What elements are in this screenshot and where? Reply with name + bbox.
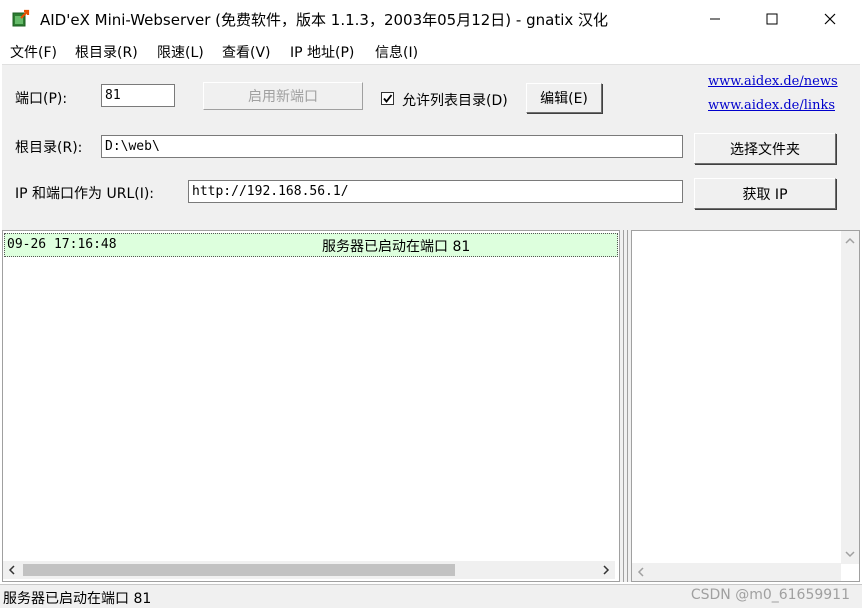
menu-file[interactable]: 文件(F) <box>10 42 57 62</box>
scroll-down-icon[interactable] <box>845 549 855 559</box>
get-ip-button[interactable]: 获取 IP <box>694 178 836 209</box>
log-message: 服务器已启动在端口 81 <box>322 239 471 255</box>
allow-list-checkbox[interactable] <box>381 92 394 105</box>
log-row[interactable]: 09-26 17:16:48 服务器已启动在端口 81 <box>4 233 618 257</box>
scroll-right-icon[interactable] <box>601 565 611 575</box>
allow-list-label[interactable]: 允许列表目录(D) <box>402 90 508 110</box>
close-button[interactable] <box>801 0 859 38</box>
news-link[interactable]: www.aidex.de/news <box>708 74 838 89</box>
title-bar: AID'eX Mini-Webserver (免费软件，版本 1.1.3，200… <box>0 0 862 38</box>
edit-button[interactable]: 编辑(E) <box>526 83 602 113</box>
app-icon <box>12 9 30 27</box>
scroll-up-icon[interactable] <box>845 236 855 246</box>
status-text: 服务器已启动在端口 81 <box>3 591 152 607</box>
select-folder-button[interactable]: 选择文件夹 <box>694 133 836 164</box>
port-input[interactable]: 81 <box>101 84 175 107</box>
port-label: 端口(P): <box>15 91 68 107</box>
log-horizontal-scrollbar[interactable] <box>3 561 615 579</box>
right-vertical-scrollbar[interactable] <box>841 231 859 564</box>
connections-list[interactable] <box>631 230 860 582</box>
scroll-left-icon[interactable] <box>7 565 17 575</box>
log-scroll-thumb[interactable] <box>23 564 455 576</box>
scroll-left-icon[interactable] <box>636 567 646 577</box>
menu-root[interactable]: 根目录(R) <box>75 42 138 62</box>
pane-splitter[interactable] <box>620 230 631 582</box>
watermark: CSDN @m0_61659911 <box>690 587 850 603</box>
maximize-icon <box>766 13 778 25</box>
url-label: IP 和端口作为 URL(I): <box>15 186 155 202</box>
checkmark-icon <box>383 94 393 103</box>
close-icon <box>824 13 836 25</box>
links-link[interactable]: www.aidex.de/links <box>708 98 835 113</box>
start-new-port-button[interactable]: 启用新端口 <box>203 82 363 110</box>
log-time: 09-26 17:16:48 <box>7 237 117 252</box>
menu-ip-address[interactable]: IP 地址(P) <box>290 42 354 62</box>
maximize-button[interactable] <box>743 0 801 38</box>
window-title: AID'eX Mini-Webserver (免费软件，版本 1.1.3，200… <box>40 11 609 29</box>
menu-bar: 文件(F) 根目录(R) 限速(L) 查看(V) IP 地址(P) 信息(I) <box>0 38 862 64</box>
status-bar: 服务器已启动在端口 81 CSDN @m0_61659911 <box>0 584 862 608</box>
menu-info[interactable]: 信息(I) <box>375 42 418 62</box>
right-horizontal-scrollbar[interactable] <box>632 563 841 581</box>
minimize-icon <box>710 18 720 20</box>
menu-speed-limit[interactable]: 限速(L) <box>157 42 204 62</box>
menu-view[interactable]: 查看(V) <box>222 42 271 62</box>
url-input[interactable]: http://192.168.56.1/ <box>188 180 683 203</box>
root-label: 根目录(R): <box>15 140 83 156</box>
minimize-button[interactable] <box>686 0 744 38</box>
log-list[interactable]: 09-26 17:16:48 服务器已启动在端口 81 <box>2 230 620 582</box>
root-path-input[interactable]: D:\web\ <box>101 135 683 158</box>
